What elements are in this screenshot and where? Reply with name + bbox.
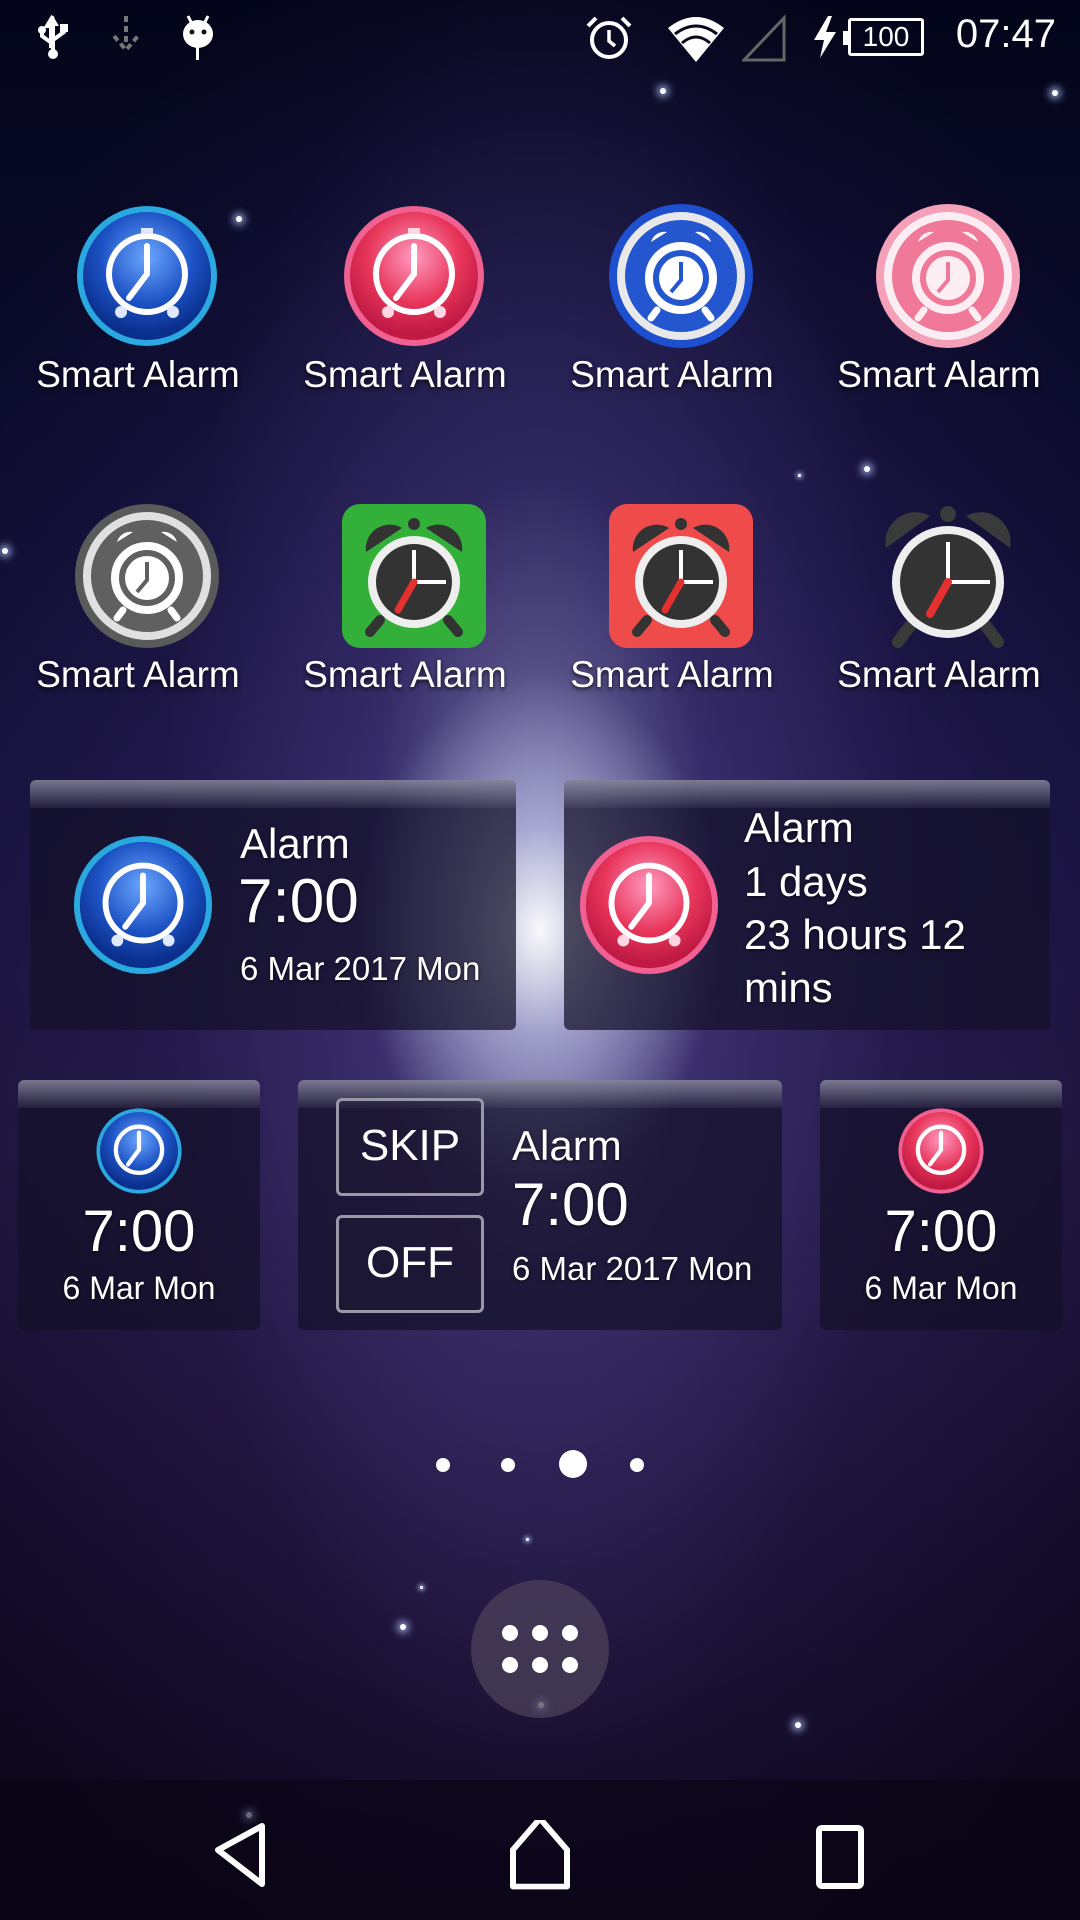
star-decoration	[1052, 90, 1058, 96]
charging-icon	[814, 16, 836, 58]
alarm-widget-large-blue[interactable]: Alarm 7:00 6 Mar 2017 Mon	[30, 780, 516, 1030]
app-label: Smart Alarm	[36, 354, 240, 395]
cell-signal-icon	[742, 14, 786, 62]
alarm-widget-small-pink[interactable]: 7:00 6 Mar Mon	[820, 1080, 1062, 1330]
app-smart-alarm-pink-glossy[interactable]: Smart Alarm	[275, 202, 535, 442]
widget-date: 6 Mar 2017 Mon	[512, 1250, 753, 1287]
page-dot[interactable]	[436, 1458, 450, 1472]
widget-date: 6 Mar 2017 Mon	[240, 950, 481, 987]
widget-date: 6 Mar Mon	[864, 1270, 1018, 1306]
battery-icon: 100	[843, 18, 924, 56]
app-smart-alarm-green-square[interactable]: Smart Alarm	[275, 502, 535, 742]
android-debug-icon	[183, 15, 213, 60]
widget-title: Alarm	[744, 804, 854, 851]
blue-flat-alarm-icon	[609, 204, 753, 348]
black-bell-alarm-icon	[885, 506, 1011, 648]
navigation-bar	[0, 1780, 1080, 1920]
alarm-widget-skip-off: SKIP OFF Alarm 7:00 6 Mar 2017 Mon	[298, 1080, 782, 1330]
widget-time: 7:00	[512, 1171, 629, 1238]
widget-time: 7:00	[884, 1199, 998, 1264]
app-label: Smart Alarm	[36, 654, 240, 695]
download-icon	[112, 16, 140, 54]
page-dot-active[interactable]	[559, 1450, 587, 1478]
green-square-alarm-icon	[342, 504, 486, 648]
app-label: Smart Alarm	[303, 354, 507, 395]
star-decoration	[526, 1538, 529, 1541]
countdown-days: 1 days	[744, 858, 868, 905]
blue-glossy-alarm-icon	[73, 835, 213, 975]
app-smart-alarm-black-bell[interactable]: Smart Alarm	[809, 502, 1069, 742]
widget-title: Alarm	[240, 820, 350, 867]
app-label: Smart Alarm	[837, 354, 1041, 395]
battery-level: 100	[862, 21, 910, 52]
star-decoration	[864, 466, 870, 472]
star-decoration	[795, 1722, 801, 1728]
off-button[interactable]: OFF	[336, 1215, 484, 1313]
home-icon[interactable]	[495, 1820, 585, 1890]
app-label: Smart Alarm	[303, 654, 507, 695]
widget-time: 7:00	[238, 867, 359, 936]
pink-glossy-alarm-icon	[898, 1108, 984, 1194]
alarm-widget-countdown-pink[interactable]: Alarm 1 days 23 hours 12 mins	[564, 780, 1050, 1030]
app-smart-alarm-blue-glossy[interactable]: Smart Alarm	[8, 202, 268, 442]
page-dot[interactable]	[630, 1458, 644, 1472]
app-smart-alarm-blue-flat[interactable]: Smart Alarm	[542, 202, 802, 442]
widget-date: 6 Mar Mon	[62, 1270, 216, 1306]
star-decoration	[400, 1624, 406, 1630]
star-decoration	[420, 1586, 423, 1589]
countdown-hours: 23 hours 12	[744, 911, 966, 958]
app-smart-alarm-red-square[interactable]: Smart Alarm	[542, 502, 802, 742]
star-decoration	[798, 474, 801, 477]
pink-flat-alarm-icon	[876, 204, 1020, 348]
usb-icon	[38, 14, 68, 59]
app-label: Smart Alarm	[570, 354, 774, 395]
star-decoration	[660, 88, 666, 94]
blue-glossy-alarm-icon	[96, 1108, 182, 1194]
alarm-icon	[586, 16, 632, 59]
page-indicator	[0, 1450, 1080, 1480]
page-dot[interactable]	[501, 1458, 515, 1472]
countdown-mins: mins	[744, 964, 833, 1011]
status-time: 07:47	[955, 12, 1056, 56]
widget-title: Alarm	[512, 1122, 622, 1169]
app-drawer-button[interactable]	[471, 1580, 609, 1718]
blue-glossy-alarm-icon	[77, 206, 217, 346]
pink-glossy-alarm-icon	[344, 206, 484, 346]
app-smart-alarm-pink-flat[interactable]: Smart Alarm	[809, 202, 1069, 442]
back-icon[interactable]	[200, 1820, 290, 1890]
status-bar: 100 07:47	[0, 0, 1080, 75]
wifi-icon	[668, 17, 724, 62]
recents-icon[interactable]	[795, 1820, 885, 1890]
gray-flat-alarm-icon	[75, 504, 219, 648]
widget-time: 7:00	[82, 1199, 196, 1264]
app-smart-alarm-gray-flat[interactable]: Smart Alarm	[8, 502, 268, 742]
app-label: Smart Alarm	[837, 654, 1041, 695]
pink-glossy-alarm-icon	[579, 835, 719, 975]
red-square-alarm-icon	[609, 504, 753, 648]
alarm-widget-small-blue[interactable]: 7:00 6 Mar Mon	[18, 1080, 260, 1330]
app-label: Smart Alarm	[570, 654, 774, 695]
skip-button[interactable]: SKIP	[336, 1098, 484, 1196]
